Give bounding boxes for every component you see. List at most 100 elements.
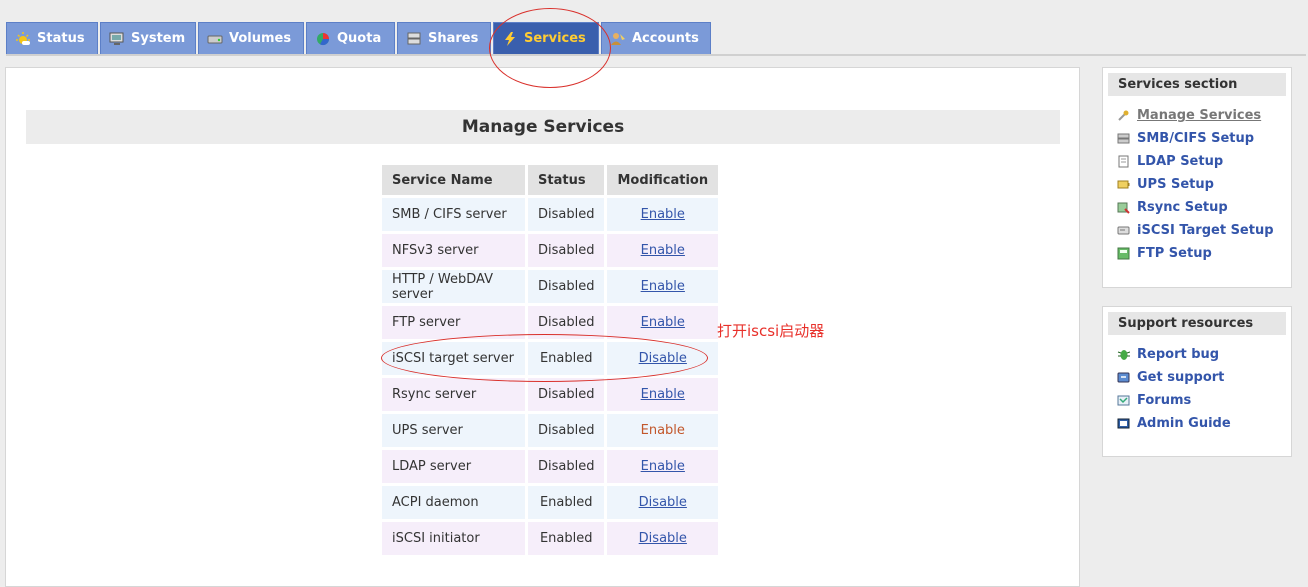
sidebar-item-forums[interactable]: Forums	[1103, 389, 1291, 412]
sidebar-item-label: Manage Services	[1137, 108, 1262, 123]
enable-link[interactable]: Enable	[641, 207, 685, 222]
enable-link[interactable]: Enable	[641, 315, 685, 330]
table-row: FTP server Disabled Enable	[382, 306, 719, 339]
table-row: UPS server Disabled Enable	[382, 414, 719, 447]
sidebar-item-admin-guide[interactable]: Admin Guide	[1103, 412, 1291, 435]
service-status: Enabled	[528, 342, 605, 375]
tab-status[interactable]: Status	[6, 22, 98, 54]
sidebar-item-label: FTP Setup	[1137, 246, 1212, 261]
service-name: NFSv3 server	[382, 234, 525, 267]
lightning-icon	[502, 31, 518, 47]
forum-icon	[1117, 394, 1130, 407]
service-name: ACPI daemon	[382, 486, 525, 519]
page-title: Manage Services	[26, 110, 1060, 144]
service-status: Disabled	[528, 414, 605, 447]
service-status: Enabled	[528, 486, 605, 519]
table-row: Rsync server Disabled Enable	[382, 378, 719, 411]
service-status: Enabled	[528, 522, 605, 555]
ftp-icon	[1117, 247, 1130, 260]
disable-link[interactable]: Disable	[639, 495, 687, 510]
users-icon	[610, 31, 626, 47]
table-row: iSCSI initiator Enabled Disable	[382, 522, 719, 555]
server-icon	[406, 31, 422, 47]
tab-label: Quota	[337, 31, 382, 46]
bug-icon	[1117, 348, 1131, 361]
server-icon	[1117, 132, 1130, 145]
help-icon	[1117, 371, 1130, 384]
service-name: iSCSI initiator	[382, 522, 525, 555]
tab-label: Status	[37, 31, 85, 46]
sidebar-item-label: Rsync Setup	[1137, 200, 1228, 215]
column-header-service-name: Service Name	[382, 165, 525, 195]
sidebar-item-label: Admin Guide	[1137, 416, 1231, 431]
sidebar-item-ftp-setup[interactable]: FTP Setup	[1103, 242, 1291, 265]
service-name: HTTP / WebDAV server	[382, 270, 525, 303]
tab-system[interactable]: System	[100, 22, 196, 54]
sidebar-item-ldap-setup[interactable]: LDAP Setup	[1103, 150, 1291, 173]
service-status: Disabled	[528, 450, 605, 483]
sidebar-item-ups-setup[interactable]: UPS Setup	[1103, 173, 1291, 196]
enable-link[interactable]: Enable	[641, 243, 685, 258]
services-table: Service Name Status Modification SMB / C…	[379, 162, 721, 558]
column-header-status: Status	[528, 165, 605, 195]
table-row: HTTP / WebDAV server Disabled Enable	[382, 270, 719, 303]
service-status: Disabled	[528, 234, 605, 267]
sidebar-item-report-bug[interactable]: Report bug	[1103, 343, 1291, 366]
sidebar-item-label: iSCSI Target Setup	[1137, 223, 1274, 238]
service-status: Disabled	[528, 270, 605, 303]
annotation-text: 打开iscsi启动器	[717, 322, 825, 340]
sidebar-item-iscsi-target-setup[interactable]: iSCSI Target Setup	[1103, 219, 1291, 242]
disable-link[interactable]: Disable	[639, 351, 687, 366]
sun-icon	[15, 31, 31, 47]
service-name: Rsync server	[382, 378, 525, 411]
enable-link[interactable]: Enable	[641, 423, 685, 438]
tab-label: Shares	[428, 31, 479, 46]
tab-label: Accounts	[632, 31, 699, 46]
support-resources-panel: Support resources Report bug Get support…	[1102, 306, 1292, 457]
enable-link[interactable]: Enable	[641, 387, 685, 402]
service-status: Disabled	[528, 378, 605, 411]
wrench-icon	[1117, 109, 1130, 122]
table-row: ACPI daemon Enabled Disable	[382, 486, 719, 519]
table-header-row: Service Name Status Modification	[382, 165, 719, 195]
service-name: SMB / CIFS server	[382, 198, 525, 231]
main-tab-bar: Status System Volumes Quota Shares Servi…	[6, 22, 1306, 56]
sidebar-item-label: Report bug	[1137, 347, 1220, 362]
table-row: NFSv3 server Disabled Enable	[382, 234, 719, 267]
sidebar-item-label: SMB/CIFS Setup	[1137, 131, 1255, 146]
service-name: iSCSI target server	[382, 342, 525, 375]
service-name: LDAP server	[382, 450, 525, 483]
sidebar-item-label: Get support	[1137, 370, 1225, 385]
tab-label: Volumes	[229, 31, 292, 46]
disk-icon	[1117, 224, 1130, 237]
service-name: UPS server	[382, 414, 525, 447]
service-name: FTP server	[382, 306, 525, 339]
sidebar-item-rsync-setup[interactable]: Rsync Setup	[1103, 196, 1291, 219]
book-icon	[1117, 417, 1130, 430]
tab-accounts[interactable]: Accounts	[601, 22, 711, 54]
pie-icon	[315, 31, 331, 47]
table-row: LDAP server Disabled Enable	[382, 450, 719, 483]
support-resources-title: Support resources	[1108, 312, 1286, 335]
service-status: Disabled	[528, 198, 605, 231]
table-row: iSCSI target server Enabled Disable	[382, 342, 719, 375]
services-section-title: Services section	[1108, 73, 1286, 96]
tab-services[interactable]: Services	[493, 22, 599, 54]
sync-icon	[1117, 201, 1130, 214]
sidebar-item-manage-services[interactable]: Manage Services	[1103, 104, 1291, 127]
tab-label: Services	[524, 31, 586, 46]
tab-shares[interactable]: Shares	[397, 22, 491, 54]
disable-link[interactable]: Disable	[639, 531, 687, 546]
column-header-modification: Modification	[607, 165, 719, 195]
sidebar-item-label: UPS Setup	[1137, 177, 1214, 192]
tab-quota[interactable]: Quota	[306, 22, 395, 54]
table-row: SMB / CIFS server Disabled Enable	[382, 198, 719, 231]
document-icon	[1117, 155, 1130, 168]
sidebar-item-label: Forums	[1137, 393, 1192, 408]
tab-label: System	[131, 31, 186, 46]
tab-volumes[interactable]: Volumes	[198, 22, 304, 54]
enable-link[interactable]: Enable	[641, 279, 685, 294]
enable-link[interactable]: Enable	[641, 459, 685, 474]
sidebar-item-get-support[interactable]: Get support	[1103, 366, 1291, 389]
sidebar-item-smb-cifs-setup[interactable]: SMB/CIFS Setup	[1103, 127, 1291, 150]
